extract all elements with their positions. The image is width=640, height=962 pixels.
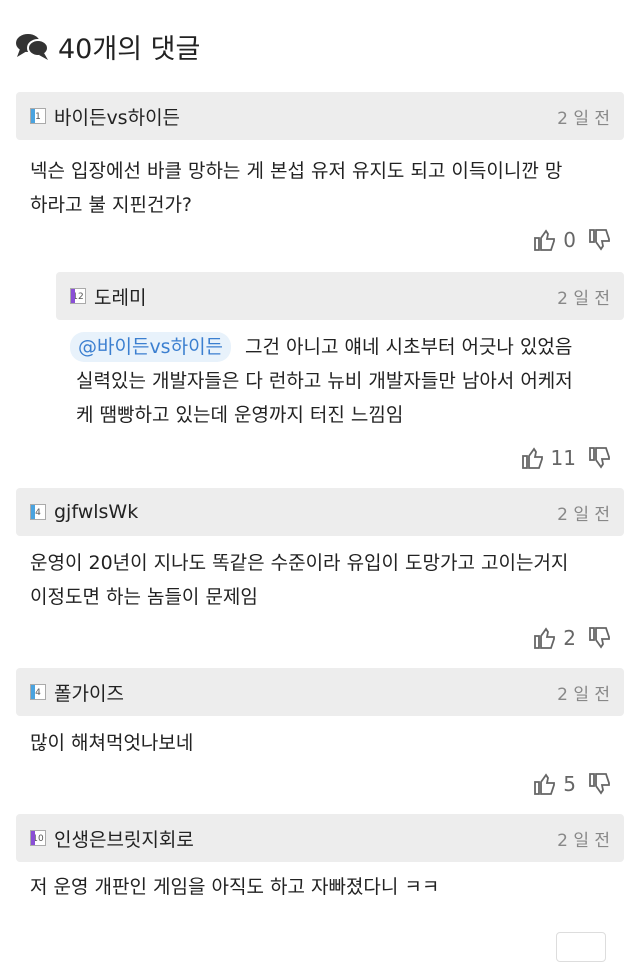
comment-header: 4 gjfwlsWk 2 일 전 (16, 488, 624, 536)
thumbs-up-icon[interactable] (533, 228, 557, 252)
comment-count-title: 40개의 댓글 (58, 33, 201, 65)
thumbs-down-icon[interactable] (588, 228, 612, 252)
user-level-badge: 4 (30, 684, 46, 700)
like-count: 2 (563, 626, 576, 650)
thumbs-up-icon[interactable] (533, 626, 557, 650)
thumbs-up-icon[interactable] (521, 446, 545, 470)
comment-author[interactable]: gjfwlsWk (54, 501, 138, 523)
comment-header: 4 폴가이즈 2 일 전 (16, 668, 624, 716)
comment-time: 2 일 전 (557, 108, 610, 129)
thumbs-down-icon[interactable] (588, 772, 612, 796)
user-level-badge: 12 (70, 288, 86, 304)
comment-header: 10 인생은브릿지회로 2 일 전 (16, 814, 624, 862)
thumbs-up-icon[interactable] (533, 772, 557, 796)
like-count: 5 (563, 772, 576, 796)
thumbs-down-icon[interactable] (588, 626, 612, 650)
user-level-badge: 10 (30, 830, 46, 846)
comment-time: 2 일 전 (557, 684, 610, 705)
reply-text: @바이든vs하이든 그건 아니고 얘네 시초부터 어긋나 있었음 실력있는 개발자… (70, 330, 630, 432)
like-count: 0 (563, 228, 576, 252)
comment-actions: 5 (533, 772, 612, 796)
comment-text: 운영이 20년이 지나도 똑같은 수준이라 유입이 도망가고 고이는거지 이정도… (30, 552, 569, 608)
mention-tag[interactable]: @바이든vs하이든 (70, 332, 232, 362)
scroll-top-button[interactable] (556, 932, 606, 962)
thumbs-down-icon[interactable] (588, 446, 612, 470)
comment-header: 1 바이든vs하이든 2 일 전 (16, 92, 624, 140)
comment-author[interactable]: 도레미 (94, 283, 146, 310)
comment-author[interactable]: 인생은브릿지회로 (54, 825, 194, 852)
comment-author[interactable]: 바이든vs하이든 (54, 103, 180, 130)
reply-header: 12 도레미 2 일 전 (56, 272, 624, 320)
comment-time: 2 일 전 (557, 504, 610, 525)
comment-text: 넥슨 입장에선 바클 망하는 게 본섭 유저 유지도 되고 이득이니깐 망 하라… (30, 160, 563, 216)
comment-actions: 0 (533, 228, 612, 252)
like-count: 11 (550, 446, 576, 470)
comment-actions: 2 (533, 626, 612, 650)
comment-time: 2 일 전 (557, 288, 610, 309)
comment-time: 2 일 전 (557, 830, 610, 851)
user-level-badge: 1 (30, 108, 46, 124)
comment-text: 많이 해쳐먹엇나보네 (30, 732, 194, 754)
comment-actions: 11 (521, 446, 612, 470)
comment-text: 저 운영 개판인 게임을 아직도 하고 자빠졌다니 ㅋㅋ (30, 876, 440, 898)
comments-header: 40개의 댓글 (14, 24, 200, 68)
comment-author[interactable]: 폴가이즈 (54, 679, 124, 706)
comments-icon (16, 34, 49, 60)
user-level-badge: 4 (30, 504, 46, 520)
